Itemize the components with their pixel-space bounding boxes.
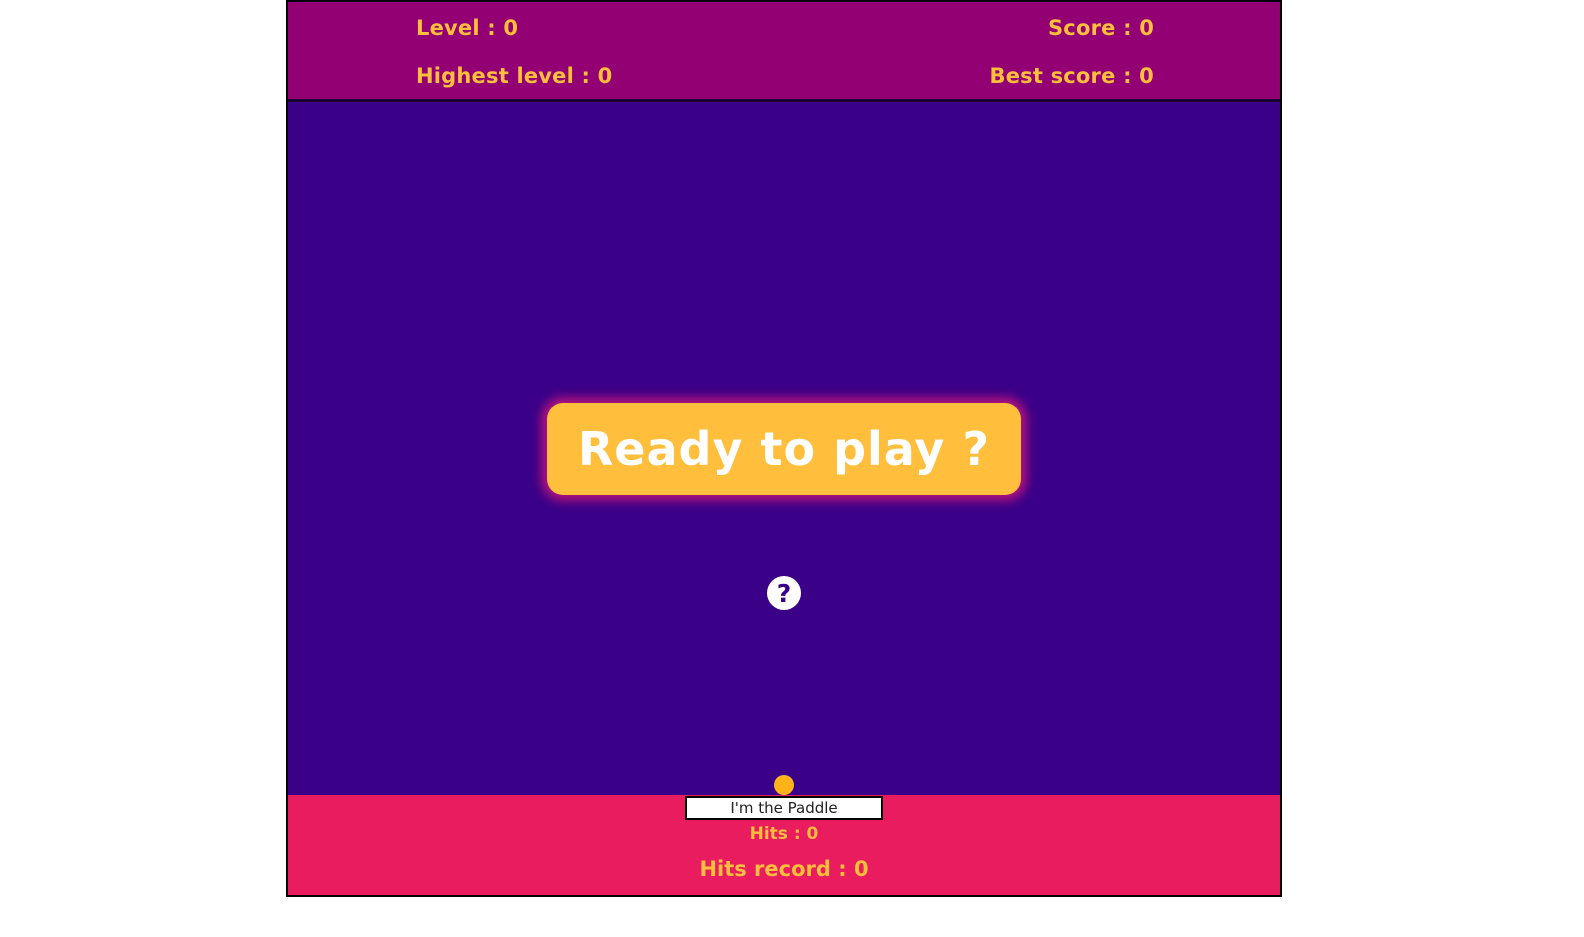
level-counter: Level : 0: [416, 16, 519, 40]
ball: [774, 775, 794, 795]
hits-counter: Hits : 0: [749, 824, 819, 844]
help-icon[interactable]: ?: [767, 576, 801, 610]
ready-to-play-button[interactable]: Ready to play ?: [547, 403, 1021, 495]
game-frame: Level : 0 Highest level : 0 Score : 0 Be…: [286, 0, 1282, 897]
hits-record-counter: Hits record : 0: [699, 857, 869, 881]
highest-level-counter: Highest level : 0: [416, 64, 613, 88]
paddle-footer: I'm the Paddle Hits : 0 Hits record : 0: [288, 795, 1280, 895]
play-area[interactable]: Ready to play ? ?: [288, 102, 1280, 795]
paddle[interactable]: I'm the Paddle: [685, 796, 883, 820]
score-counter: Score : 0: [1047, 16, 1154, 40]
score-header: Level : 0 Highest level : 0 Score : 0 Be…: [288, 2, 1280, 102]
best-score-counter: Best score : 0: [989, 64, 1154, 88]
